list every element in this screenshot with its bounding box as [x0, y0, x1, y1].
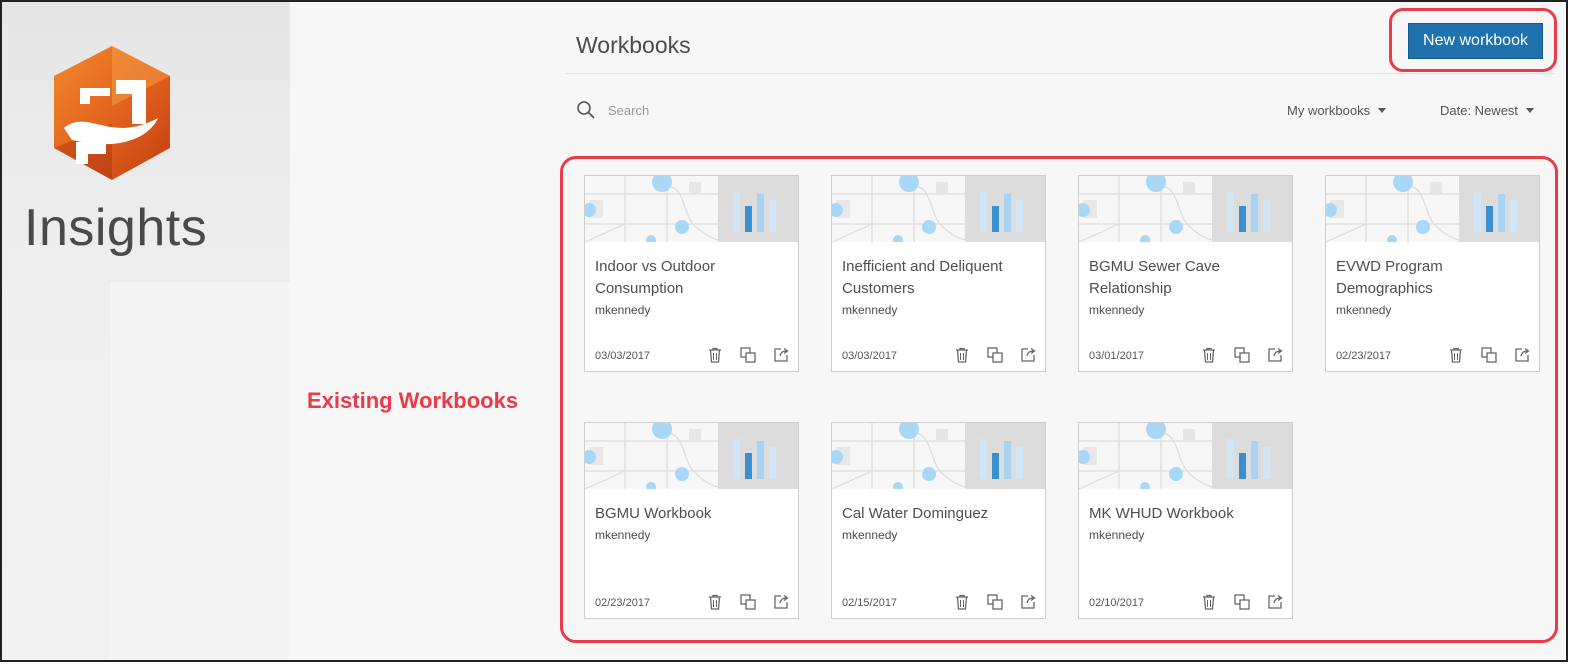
caret-down-icon	[1378, 108, 1387, 113]
workbook-date: 02/23/2017	[1336, 350, 1392, 362]
duplicate-icon[interactable]	[1480, 346, 1498, 364]
workbook-owner: mkennedy	[1089, 303, 1145, 317]
workbook-actions	[1200, 346, 1284, 364]
workbook-owner: mkennedy	[842, 528, 898, 542]
workbook-thumbnail	[832, 176, 1045, 242]
workbook-thumbnail-icon	[832, 423, 1045, 489]
share-icon[interactable]	[772, 593, 790, 611]
workbook-date: 03/01/2017	[1089, 350, 1145, 362]
trash-icon[interactable]	[953, 593, 971, 611]
workbook-actions	[953, 593, 1037, 611]
insights-logo-icon	[54, 46, 170, 180]
sidebar-panel	[110, 282, 290, 660]
workbook-thumbnail-icon	[585, 176, 798, 242]
trash-icon[interactable]	[706, 346, 724, 364]
workbook-card[interactable]: MK WHUD Workbook mkennedy 02/10/2017	[1078, 422, 1293, 619]
duplicate-icon[interactable]	[739, 346, 757, 364]
workbook-date: 03/03/2017	[842, 350, 898, 362]
app-window: Insights Workbooks New workbook My workb…	[0, 0, 1568, 662]
new-workbook-button[interactable]: New workbook	[1408, 23, 1543, 59]
workbook-thumbnail	[832, 423, 1045, 489]
workbook-title: BGMU Sewer Cave Relationship	[1089, 258, 1220, 297]
trash-icon[interactable]	[953, 346, 971, 364]
share-icon[interactable]	[1513, 346, 1531, 364]
sidebar: Insights	[2, 2, 290, 660]
workbook-date: 03/03/2017	[595, 350, 651, 362]
workbook-thumbnail	[1079, 176, 1292, 242]
owner-filter-dropdown[interactable]: My workbooks	[1287, 103, 1387, 118]
sort-label: Date: Newest	[1440, 103, 1519, 118]
workbook-card[interactable]: BGMU Workbook mkennedy 02/23/2017	[584, 422, 799, 619]
trash-icon[interactable]	[1200, 346, 1218, 364]
divider	[566, 73, 1554, 74]
workbook-card[interactable]: BGMU Sewer Cave Relationship mkennedy 03…	[1078, 175, 1293, 372]
workbook-date: 02/15/2017	[842, 597, 898, 609]
workbook-thumbnail	[585, 423, 798, 489]
share-icon[interactable]	[1266, 593, 1284, 611]
workbook-title: EVWD Program Demographics	[1336, 258, 1443, 297]
share-icon[interactable]	[1019, 593, 1037, 611]
workbook-owner: mkennedy	[1336, 303, 1392, 317]
workbook-thumbnail	[585, 176, 798, 242]
duplicate-icon[interactable]	[986, 593, 1004, 611]
workbook-owner: mkennedy	[842, 303, 898, 317]
search-input[interactable]	[606, 101, 910, 119]
trash-icon[interactable]	[706, 593, 724, 611]
workbook-card[interactable]: EVWD Program Demographics mkennedy 02/23…	[1325, 175, 1540, 372]
workbook-date: 02/10/2017	[1089, 597, 1145, 609]
duplicate-icon[interactable]	[739, 593, 757, 611]
share-icon[interactable]	[1266, 346, 1284, 364]
owner-filter-label: My workbooks	[1287, 103, 1371, 118]
workbook-actions	[706, 593, 790, 611]
workbook-actions	[1447, 346, 1531, 364]
workbook-actions	[953, 346, 1037, 364]
workbook-actions	[706, 346, 790, 364]
workbook-owner: mkennedy	[595, 303, 651, 317]
app-name: Insights	[24, 199, 208, 257]
caret-down-icon	[1526, 108, 1535, 113]
workbook-card[interactable]: Indoor vs Outdoor Consumption mkennedy 0…	[584, 175, 799, 372]
trash-icon[interactable]	[1200, 593, 1218, 611]
workbook-title: MK WHUD Workbook	[1089, 505, 1234, 522]
workbook-thumbnail-icon	[585, 423, 798, 489]
workbook-title: Inefficient and Deliquent Customers	[842, 258, 1003, 297]
workbook-title: Indoor vs Outdoor Consumption	[595, 258, 716, 297]
workbook-title: Cal Water Dominguez	[842, 505, 989, 522]
workbook-owner: mkennedy	[595, 528, 651, 542]
workbook-owner: mkennedy	[1089, 528, 1145, 542]
share-icon[interactable]	[1019, 346, 1037, 364]
workbook-thumbnail-icon	[832, 176, 1045, 242]
search-icon[interactable]	[576, 100, 596, 120]
trash-icon[interactable]	[1447, 346, 1465, 364]
workbook-card[interactable]: Cal Water Dominguez mkennedy 02/15/2017	[831, 422, 1046, 619]
duplicate-icon[interactable]	[986, 346, 1004, 364]
workbook-thumbnail-icon	[1079, 176, 1292, 242]
workbook-thumbnail-icon	[1079, 423, 1292, 489]
workbook-card[interactable]: Inefficient and Deliquent Customers mken…	[831, 175, 1046, 372]
existing-workbooks-annotation: Existing Workbooks	[307, 388, 519, 413]
workbook-title: BGMU Workbook	[595, 505, 712, 522]
workbook-actions	[1200, 593, 1284, 611]
duplicate-icon[interactable]	[1233, 593, 1251, 611]
sort-dropdown[interactable]: Date: Newest	[1440, 103, 1535, 118]
share-icon[interactable]	[772, 346, 790, 364]
workbook-thumbnail	[1326, 176, 1539, 242]
workbook-date: 02/23/2017	[595, 597, 651, 609]
workbook-thumbnail	[1079, 423, 1292, 489]
page-title: Workbooks	[576, 32, 691, 58]
search-bar	[576, 100, 910, 120]
workbook-thumbnail-icon	[1326, 176, 1539, 242]
duplicate-icon[interactable]	[1233, 346, 1251, 364]
